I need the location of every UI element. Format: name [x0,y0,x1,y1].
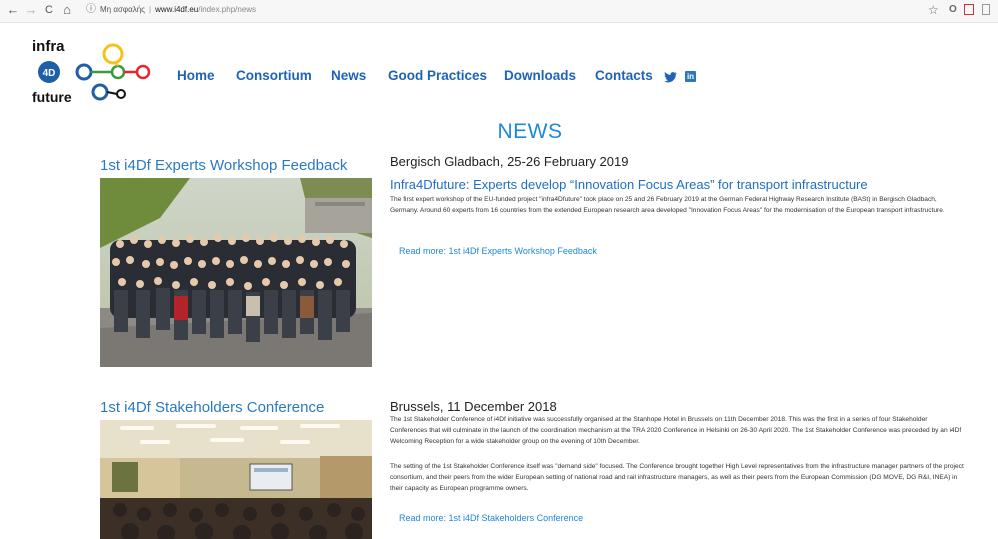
nav-good-practices[interactable]: Good Practices [388,68,487,84]
conference-room-photo [100,420,372,539]
read-more-link[interactable]: Read more: 1st i4Df Stakeholders Confere… [399,513,583,523]
twitter-icon[interactable] [664,71,678,83]
article-headline[interactable]: Infra4Dfuture: Experts develop “Innovati… [390,177,868,192]
logo-badge: 4D [43,68,56,79]
opera-extension-icon[interactable]: O [949,3,957,17]
article-title[interactable]: 1st i4Df Stakeholders Conference [100,399,324,416]
menu-icon[interactable] [982,4,990,15]
site-info-icon[interactable]: ⓘ [86,4,96,15]
url-path: /index.php/news [198,5,257,14]
nav-home[interactable]: Home [177,68,215,84]
nav-downloads[interactable]: Downloads [504,68,576,84]
logo-text-infra: infra [32,38,65,55]
nav-news[interactable]: News [331,68,366,84]
linkedin-icon[interactable]: in [685,71,696,82]
forward-icon[interactable]: → [24,2,38,18]
article-body: The first expert workshop of the EU-fund… [390,196,945,214]
back-icon[interactable]: ← [6,2,20,18]
article-image[interactable] [100,420,372,539]
article-body-paragraph-2: The setting of the 1st Stakeholder Confe… [390,463,964,492]
read-more-link[interactable]: Read more: 1st i4Df Experts Workshop Fee… [399,246,597,256]
address-bar[interactable]: ⓘ Μη ασφαλής | www.i4df.eu/index.php/news [86,2,946,18]
url-host: www.i4df.eu [155,5,199,14]
nav-contacts[interactable]: Contacts [595,68,653,84]
reload-icon[interactable]: C [42,2,56,18]
page-title: NEWS [497,120,563,143]
extension-icon[interactable] [964,4,974,15]
security-status: Μη ασφαλής [100,5,146,14]
site-logo[interactable]: 4D infra future [30,38,160,105]
article-location-date: Bergisch Gladbach, 25-26 February 2019 [390,154,629,169]
article-body: The 1st Stakeholder Conference of i4Df i… [390,416,962,445]
bookmark-star-icon[interactable]: ☆ [928,3,939,17]
home-icon[interactable]: ⌂ [60,2,74,18]
nav-consortium[interactable]: Consortium [236,68,312,84]
article-image[interactable] [100,178,372,367]
logo-text-future: future [32,89,72,105]
article-location-date: Brussels, 11 December 2018 [390,399,557,414]
workshop-group-photo [100,178,372,367]
article-title[interactable]: 1st i4Df Experts Workshop Feedback [100,157,347,174]
browser-toolbar: ← → C ⌂ ⓘ Μη ασφαλής | www.i4df.eu/index.ph… [0,0,998,23]
